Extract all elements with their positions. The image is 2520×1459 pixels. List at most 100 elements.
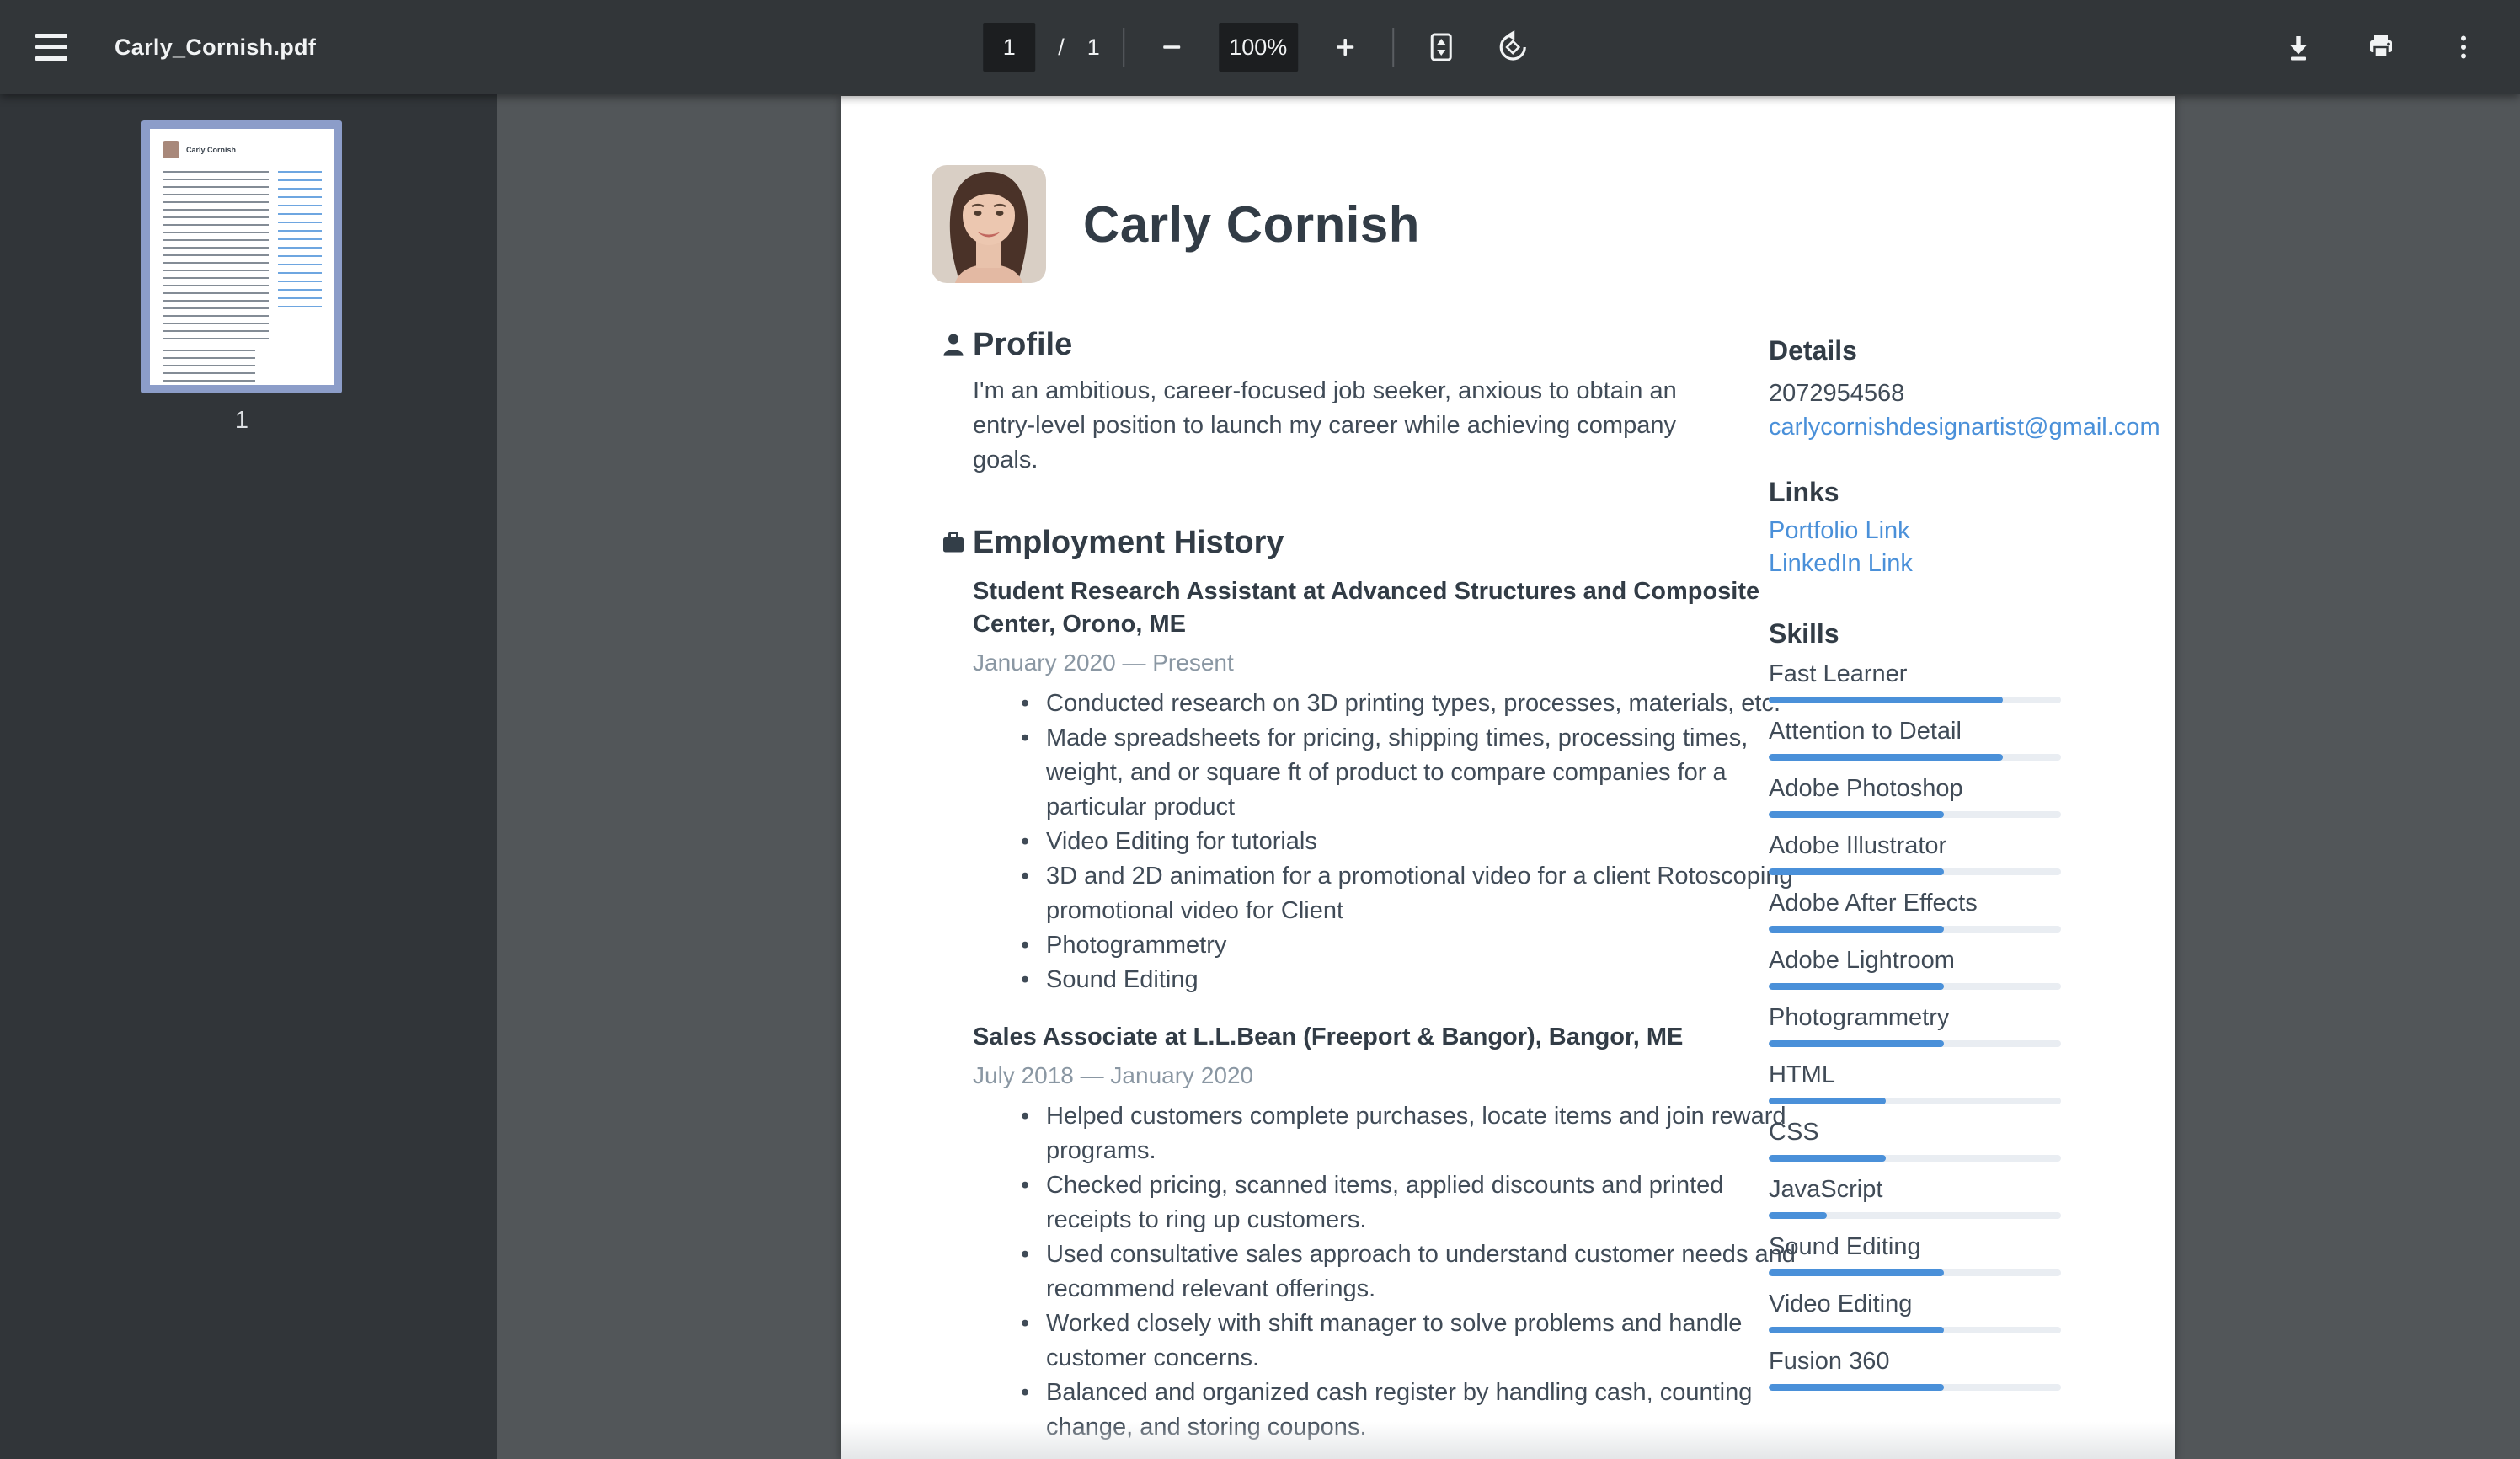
job-title: Student Research Assistant at Advanced S… <box>973 578 1760 638</box>
bullet-item: 3D and 2D animation for a promotional vi… <box>973 859 1798 928</box>
skill-item: Attention to Detail <box>1769 717 2165 761</box>
bullet-item: Helped customers complete purchases, loc… <box>973 1099 1798 1168</box>
thumbnail-name: Carly Cornish <box>186 146 237 154</box>
portrait-image <box>932 165 1046 283</box>
skill-bar-track <box>1769 1098 2061 1104</box>
linkedin-link[interactable]: LinkedIn Link <box>1769 548 2165 580</box>
thumbnail-page-number: 1 <box>234 407 249 434</box>
skill-bar-track <box>1769 1327 2061 1333</box>
page-number-input[interactable]: 1 <box>983 23 1036 72</box>
skill-bar-fill <box>1769 754 2003 761</box>
zoom-level-input[interactable]: 100% <box>1218 23 1298 72</box>
skill-item: HTML <box>1769 1061 2165 1104</box>
bullet-item: Checked pricing, scanned items, applied … <box>973 1168 1798 1237</box>
details-heading: Details <box>1769 335 1857 366</box>
skill-label: Adobe Photoshop <box>1769 775 1963 802</box>
download-icon <box>2290 36 2307 61</box>
job-period: July 2018 — January 2020 <box>973 1062 1254 1088</box>
bullet-item: Used consultative sales approach to unde… <box>973 1237 1798 1307</box>
thumbnail-page-preview: Carly Cornish <box>150 129 334 385</box>
skill-bar-track <box>1769 983 2061 990</box>
print-button[interactable] <box>2357 23 2405 72</box>
zoom-out-button[interactable] <box>1147 23 1196 72</box>
fit-page-icon <box>1430 33 1452 61</box>
zoom-in-button[interactable] <box>1321 23 1369 72</box>
job-period: January 2020 — Present <box>973 649 1234 676</box>
page-divider: / <box>1058 34 1065 60</box>
skill-bar-fill <box>1769 1155 1886 1162</box>
skill-bar-track <box>1769 1155 2061 1162</box>
employment-heading: Employment History <box>973 524 1284 560</box>
person-icon <box>941 332 966 357</box>
skill-label: Fusion 360 <box>1769 1348 1890 1375</box>
email-link[interactable]: carlycornishdesignartist@gmail.com <box>1769 410 2165 444</box>
bullet-item: Video Editing for tutorials <box>973 825 1798 859</box>
job-title: Sales Associate at L.L.Bean (Freeport & … <box>973 1023 1684 1050</box>
resume-header: Carly Cornish <box>932 165 1420 283</box>
bullet-item: Made spreadsheets for pricing, shipping … <box>973 721 1798 825</box>
skill-bar-fill <box>1769 983 1945 990</box>
skill-bar-fill <box>1769 1040 1945 1047</box>
thumbnail-sidebar: Carly Cornish 1 <box>0 94 497 1459</box>
skill-bar-fill <box>1769 1212 1828 1219</box>
bullet-item: Photogrammetry <box>973 928 1798 963</box>
bullet-item: Balanced and organized cash register by … <box>973 1376 1798 1445</box>
jobs-list: Student Research Assistant at Advanced S… <box>973 575 1796 1445</box>
skill-bar-track <box>1769 697 2061 703</box>
profile-photo <box>932 165 1046 283</box>
skill-bar-fill <box>1769 868 1945 875</box>
bullet-item: Worked closely with shift manager to sol… <box>973 1307 1798 1376</box>
skill-item: Adobe Illustrator <box>1769 831 2165 875</box>
job-entry: Student Research Assistant at Advanced S… <box>973 575 1793 997</box>
fit-to-page-button[interactable] <box>1417 23 1466 72</box>
thumbnail-photo <box>163 141 179 158</box>
rotate-ccw-icon <box>1499 30 1526 61</box>
job-bullets: Helped customers complete purchases, loc… <box>973 1099 1798 1445</box>
skill-label: Fast Learner <box>1769 660 1908 687</box>
skill-bar-track <box>1769 811 2061 818</box>
skill-label: HTML <box>1769 1061 1835 1088</box>
thumbnail-text-lines <box>163 171 269 344</box>
minus-icon <box>1162 45 1180 49</box>
pdf-page: Carly Cornish Profile I'm an ambitious, … <box>841 96 2175 1459</box>
bullet-item: Sound Editing <box>973 963 1798 997</box>
skill-bar-fill <box>1769 926 1945 933</box>
skill-bar-track <box>1769 926 2061 933</box>
page-total: 1 <box>1086 34 1100 60</box>
pdf-viewer: { "toolbar": { "filename": "Carly_Cornis… <box>0 0 2520 1459</box>
skills-list: Fast Learner Attention to Detail Adobe P… <box>1769 660 2165 1391</box>
skill-label: Adobe After Effects <box>1769 890 1978 917</box>
skill-label: Adobe Illustrator <box>1769 832 1947 859</box>
skill-item: Adobe Photoshop <box>1769 774 2165 818</box>
phone-number: 2072954568 <box>1769 380 1905 407</box>
skill-bar-track <box>1769 868 2061 875</box>
skill-bar-track <box>1769 754 2061 761</box>
skill-label: CSS <box>1769 1119 1819 1146</box>
skill-item: Photogrammetry <box>1769 1003 2165 1047</box>
three-dot-menu-icon <box>2461 35 2466 59</box>
download-button[interactable] <box>2274 23 2323 72</box>
skill-item: Fusion 360 <box>1769 1347 2165 1391</box>
skill-bar-fill <box>1769 697 2003 703</box>
page-thumbnail-selected[interactable]: Carly Cornish <box>141 120 342 393</box>
plus-icon <box>1336 39 1353 56</box>
skill-item: Fast Learner <box>1769 660 2165 703</box>
profile-heading: Profile <box>973 326 1073 362</box>
skill-bar-track <box>1769 1212 2061 1219</box>
skill-bar-fill <box>1769 1384 1945 1391</box>
skills-heading: Skills <box>1769 618 1839 649</box>
skill-label: Attention to Detail <box>1769 718 1962 745</box>
rotate-button[interactable] <box>1488 23 1537 72</box>
details-section: Details 2072954568 carlycornishdesignart… <box>1769 334 2165 444</box>
more-options-button[interactable] <box>2439 23 2488 72</box>
skill-bar-fill <box>1769 811 1945 818</box>
bullet-item: Conducted research on 3D printing types,… <box>973 687 1798 721</box>
skill-label: Adobe Lightroom <box>1769 947 1955 974</box>
skill-item: Adobe Lightroom <box>1769 946 2165 990</box>
skill-bar-track <box>1769 1040 2061 1047</box>
menu-icon[interactable] <box>35 26 77 68</box>
document-title: Carly_Cornish.pdf <box>115 34 317 60</box>
skill-item: Adobe After Effects <box>1769 889 2165 933</box>
portfolio-link[interactable]: Portfolio Link <box>1769 515 2165 548</box>
toolbar-separator <box>1122 28 1124 67</box>
